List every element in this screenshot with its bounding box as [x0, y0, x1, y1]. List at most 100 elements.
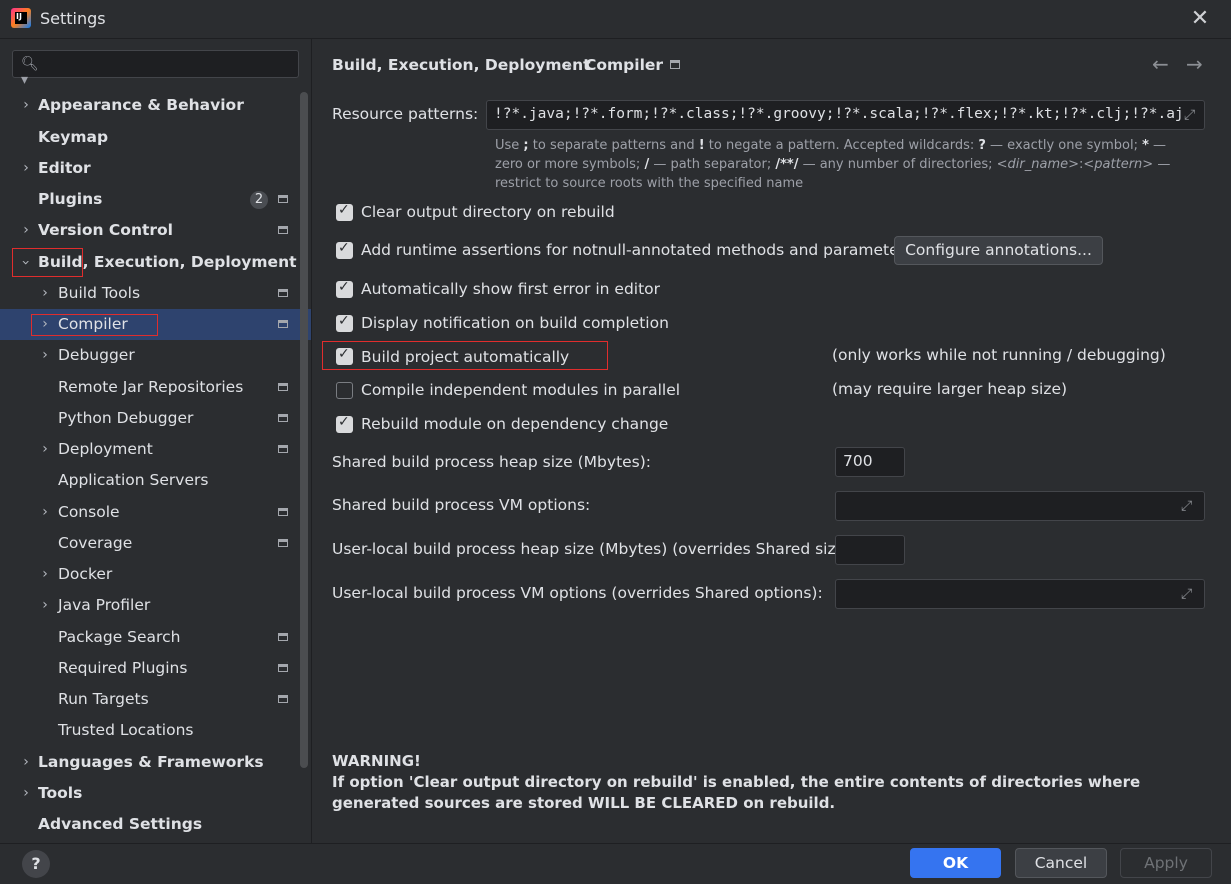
project-level-icon: [278, 633, 288, 641]
sidebar-item-build-tools[interactable]: › Build Tools: [0, 278, 311, 309]
user-vm-label: User-local build process VM options (ove…: [332, 584, 823, 602]
sidebar-item-languages-frameworks[interactable]: › Languages & Frameworks: [0, 747, 311, 778]
rebuild-on-dependency-label: Rebuild module on dependency change: [361, 415, 669, 433]
sidebar-item-run-targets[interactable]: Run Targets: [0, 684, 311, 715]
window-title: Settings: [40, 9, 106, 28]
project-level-icon: [278, 539, 288, 547]
chevron-right-icon: ›: [42, 504, 48, 520]
close-window-button[interactable]: ✕: [1188, 6, 1212, 32]
sidebar-item-debugger[interactable]: › Debugger: [0, 340, 311, 371]
shared-vm-label: Shared build process VM options:: [332, 496, 591, 514]
chevron-right-icon: ›: [23, 97, 29, 113]
resource-patterns-value: !?*.java;!?*.form;!?*.class;!?*.groovy;!…: [494, 106, 1184, 122]
back-arrow-icon[interactable]: ←: [1152, 52, 1169, 76]
breadcrumb-current: Compiler: [585, 56, 664, 74]
sidebar-item-keymap[interactable]: Keymap: [0, 122, 311, 153]
chevron-right-icon: ›: [23, 754, 29, 770]
chevron-right-icon: ›: [23, 222, 29, 238]
breadcrumb-separator: ›: [566, 56, 572, 74]
ok-button[interactable]: OK: [910, 848, 1001, 878]
chevron-right-icon: ›: [42, 441, 48, 457]
sidebar-item-required-plugins[interactable]: Required Plugins: [0, 653, 311, 684]
intellij-logo-icon: IJ: [11, 8, 31, 28]
highlight-box: [31, 314, 158, 336]
user-heap-label: User-local build process heap size (Mbyt…: [332, 540, 857, 558]
show-first-error-label: Automatically show first error in editor: [361, 280, 661, 298]
settings-search-input[interactable]: 🔍︎▾: [12, 50, 299, 88]
breadcrumb-parent: Build, Execution, Deployment: [332, 56, 591, 74]
configure-annotations-button[interactable]: Configure annotations...: [894, 236, 1103, 265]
sidebar-item-plugins[interactable]: Plugins 2: [0, 184, 311, 215]
sidebar-item-python-debugger[interactable]: Python Debugger: [0, 403, 311, 434]
runtime-assertions-checkbox[interactable]: [336, 240, 353, 259]
sidebar-item-docker[interactable]: › Docker: [0, 559, 311, 590]
project-level-icon: [278, 195, 288, 203]
runtime-assertions-label: Add runtime assertions for notnull-annot…: [361, 241, 914, 259]
shared-heap-label: Shared build process heap size (Mbytes):: [332, 453, 652, 471]
sidebar-item-advanced-settings[interactable]: Advanced Settings: [0, 809, 311, 840]
sidebar-item-version-control[interactable]: › Version Control: [0, 215, 311, 246]
rebuild-on-dependency-checkbox[interactable]: [336, 414, 353, 433]
chevron-right-icon: ›: [42, 347, 48, 363]
title-bar: [0, 0, 1231, 39]
project-level-icon: [670, 60, 680, 69]
chevron-right-icon: ›: [42, 597, 48, 613]
user-heap-input[interactable]: [835, 535, 905, 565]
user-vm-input[interactable]: ⤢: [835, 579, 1205, 609]
project-level-icon: [278, 289, 288, 297]
expand-icon[interactable]: ⤢: [1181, 499, 1195, 513]
parallel-compile-note: (may require larger heap size): [832, 380, 1068, 398]
plugins-update-badge: 2: [250, 191, 268, 209]
sidebar-item-trusted-locations[interactable]: Trusted Locations: [0, 715, 311, 746]
sidebar-item-java-profiler[interactable]: › Java Profiler: [0, 590, 311, 621]
project-level-icon: [278, 320, 288, 328]
sidebar-item-tools[interactable]: › Tools: [0, 778, 311, 809]
highlight-box: [12, 248, 83, 277]
show-first-error-checkbox[interactable]: [336, 279, 353, 298]
expand-icon[interactable]: ⤢: [1184, 108, 1198, 122]
apply-button[interactable]: Apply: [1120, 848, 1212, 878]
resource-patterns-input[interactable]: !?*.java;!?*.form;!?*.class;!?*.groovy;!…: [486, 100, 1205, 130]
shared-heap-value: 700: [843, 452, 873, 470]
shared-heap-input[interactable]: 700: [835, 447, 905, 477]
sidebar-item-console[interactable]: › Console: [0, 497, 311, 528]
project-level-icon: [278, 383, 288, 391]
build-automatically-note: (only works while not running / debuggin…: [832, 346, 1166, 364]
project-level-icon: [278, 414, 288, 422]
cancel-button[interactable]: Cancel: [1015, 848, 1107, 878]
resource-patterns-label: Resource patterns:: [332, 105, 479, 123]
project-level-icon: [278, 664, 288, 672]
warning-title: WARNING!: [332, 752, 421, 770]
help-button[interactable]: ?: [22, 850, 50, 878]
project-level-icon: [278, 226, 288, 234]
highlight-box: [322, 341, 608, 370]
warning-text: If option 'Clear output directory on reb…: [332, 773, 1141, 812]
project-level-icon: [278, 695, 288, 703]
sidebar-item-remote-jar-repositories[interactable]: Remote Jar Repositories: [0, 372, 311, 403]
chevron-right-icon: ›: [42, 566, 48, 582]
expand-icon[interactable]: ⤢: [1181, 587, 1195, 601]
search-icon: 🔍︎▾: [21, 56, 39, 88]
project-level-icon: [278, 445, 288, 453]
chevron-right-icon: ›: [23, 160, 29, 176]
project-level-icon: [278, 508, 288, 516]
parallel-compile-label: Compile independent modules in parallel: [361, 381, 681, 399]
sidebar-item-appearance-behavior[interactable]: › Appearance & Behavior: [0, 90, 311, 121]
chevron-right-icon: ›: [23, 785, 29, 801]
parallel-compile-checkbox[interactable]: [336, 382, 353, 399]
sidebar-item-application-servers[interactable]: Application Servers: [0, 465, 311, 496]
sidebar-item-deployment[interactable]: › Deployment: [0, 434, 311, 465]
clear-output-checkbox[interactable]: [336, 202, 353, 221]
sidebar-item-coverage[interactable]: Coverage: [0, 528, 311, 559]
chevron-right-icon: ›: [42, 285, 48, 301]
forward-arrow-icon[interactable]: →: [1186, 52, 1203, 76]
sidebar-item-package-search[interactable]: Package Search: [0, 622, 311, 653]
shared-vm-input[interactable]: ⤢: [835, 491, 1205, 521]
build-notification-checkbox[interactable]: [336, 313, 353, 332]
clear-output-warning: WARNING! If option 'Clear output directo…: [332, 751, 1202, 814]
resource-patterns-hint: Use ; to separate patterns and ! to nega…: [495, 138, 1171, 191]
settings-sidebar: 🔍︎▾ › Appearance & Behavior Keymap › Edi…: [0, 39, 312, 843]
sidebar-scrollbar[interactable]: [300, 92, 308, 768]
sidebar-item-editor[interactable]: › Editor: [0, 153, 311, 184]
build-notification-label: Display notification on build completion: [361, 314, 669, 332]
